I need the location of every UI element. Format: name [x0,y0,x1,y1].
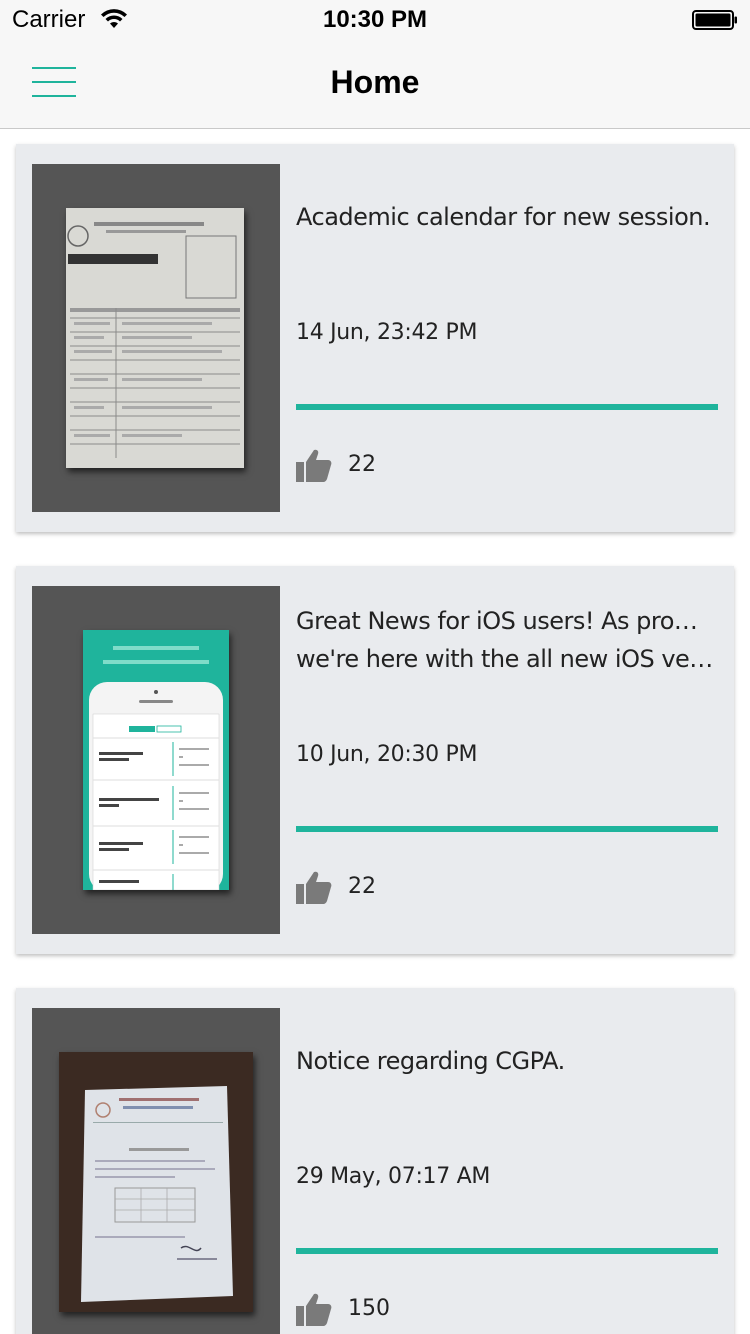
thumbs-up-icon[interactable] [296,870,332,904]
post-date: 29 May, 07:17 AM [296,1164,491,1189]
post-title-line: we're here with the all new iOS version … [296,645,720,673]
clock: 10:30 PM [322,6,428,33]
post-card[interactable]: Great News for iOS users! As promised, w… [16,566,734,954]
post-thumbnail[interactable] [32,164,280,512]
app-screenshot-image [83,630,229,890]
divider [296,1248,718,1254]
battery-icon [692,10,737,30]
post-title[interactable]: Notice regarding CGPA. [296,1042,720,1080]
post-title[interactable]: Great News for iOS users! As promised, w… [296,602,720,678]
like-count: 22 [348,452,376,477]
thumbs-up-icon[interactable] [296,448,332,482]
post-card[interactable]: Notice regarding CGPA. 29 May, 07:17 AM … [16,988,734,1334]
status-bar: Carrier 10:30 PM [0,0,750,40]
thumbs-up-icon[interactable] [296,1292,332,1326]
divider [296,404,718,410]
divider [296,826,718,832]
post-title-line: Academic calendar for new session. [296,203,711,231]
post-feed[interactable]: Academic calendar for new session. 14 Ju… [0,129,750,1334]
post-title[interactable]: Academic calendar for new session. [296,198,720,236]
post-date: 10 Jun, 20:30 PM [296,742,478,767]
notice-photo-image [59,1052,253,1312]
document-image [66,208,244,468]
like-count: 22 [348,874,376,899]
post-title-line: Notice regarding CGPA. [296,1047,565,1075]
page-title: Home [330,64,420,100]
post-title-line: Great News for iOS users! As promised, [296,607,720,635]
navigation-bar: Home [0,40,750,129]
post-date: 14 Jun, 23:42 PM [296,320,478,345]
post-card[interactable]: Academic calendar for new session. 14 Ju… [16,144,734,532]
like-count: 150 [348,1296,390,1321]
post-thumbnail[interactable] [32,1008,280,1334]
post-thumbnail[interactable] [32,586,280,934]
